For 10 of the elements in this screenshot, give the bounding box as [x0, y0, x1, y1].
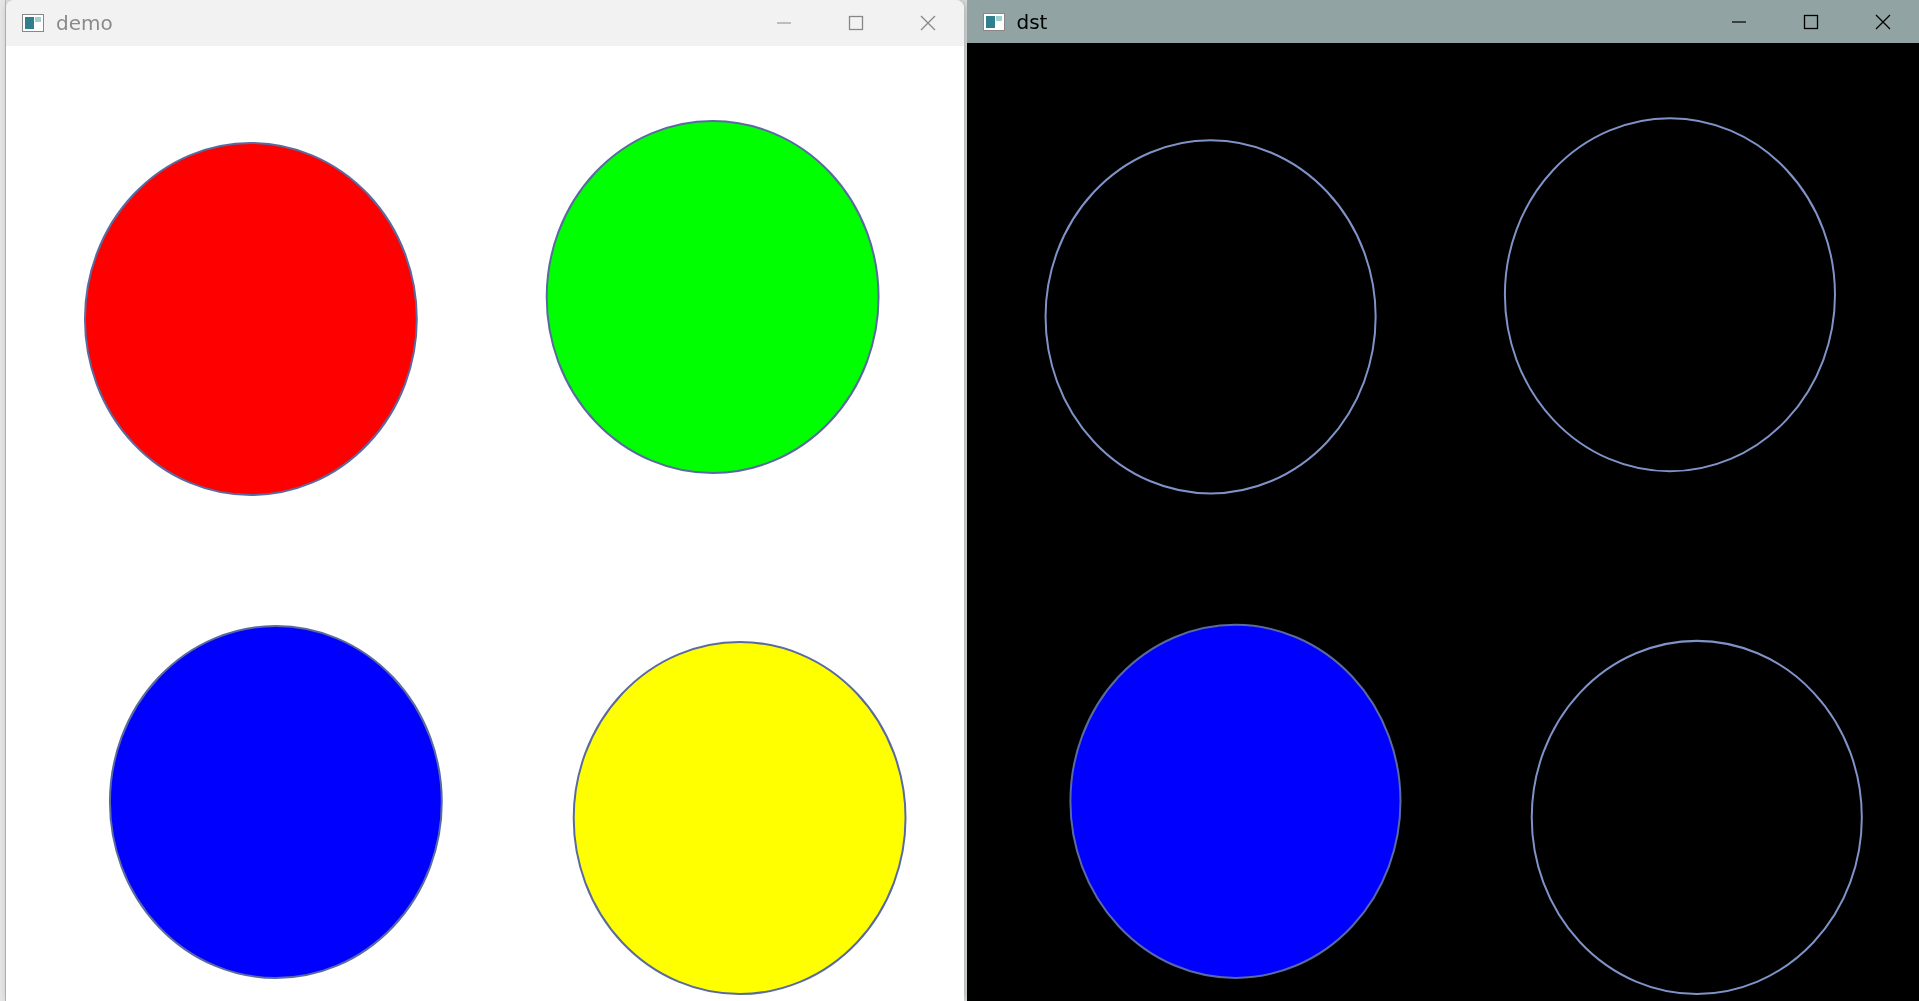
minimize-icon — [775, 22, 792, 24]
minimize-icon — [1731, 20, 1747, 23]
maximize-icon — [1803, 13, 1819, 30]
window-title: dst — [1016, 9, 1049, 34]
app-icon — [982, 12, 1005, 31]
maximize-icon — [847, 15, 864, 31]
window-title: demo — [56, 11, 114, 35]
app-icon — [22, 14, 44, 32]
close-icon — [919, 15, 936, 31]
close-icon — [1875, 13, 1891, 30]
